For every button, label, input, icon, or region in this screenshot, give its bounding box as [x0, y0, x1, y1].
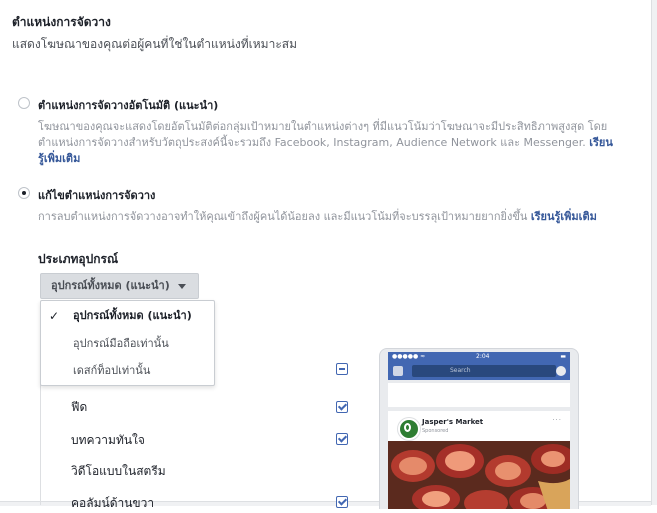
camera-icon	[393, 366, 403, 376]
auto-learn-more-link-part2[interactable]: รู้เพิ่มเติม	[38, 151, 638, 167]
device-type-dropdown[interactable]: อุปกรณ์ทั้งหมด (แนะนำ)	[40, 273, 199, 299]
edit-placements-label[interactable]: แก้ไขตำแหน่งการจัดวาง	[38, 186, 155, 204]
menu-item-label: อุปกรณ์ทั้งหมด (แนะนำ)	[73, 309, 192, 322]
facebook-navbar: Search	[388, 362, 570, 380]
more-options-icon: ···	[552, 416, 562, 424]
device-type-selected: อุปกรณ์ทั้งหมด (แนะนำ)	[51, 279, 170, 292]
status-time: 2:04	[476, 353, 490, 360]
menu-item-mobile-only[interactable]: อุปกรณ์มือถือเท่านั้น	[41, 331, 214, 357]
fig-tart-image	[388, 441, 570, 509]
placement-right-column-label: คอลัมน์ด้านขวา	[71, 496, 155, 510]
auto-placements-radio[interactable]	[18, 97, 30, 109]
auto-placements-description: โฆษณาของคุณจะแสดงโดยอัตโนมัติต่อกลุ่มเป้…	[38, 119, 638, 167]
ad-brand-name: Jasper's Market	[422, 418, 484, 426]
fig-tart-illustration	[388, 441, 570, 509]
placement-instream-video-label: วิดีโอแบบในสตรีม	[71, 464, 166, 478]
auto-placements-label[interactable]: ตำแหน่งการจัดวางอัตโนมัติ (แนะนำ)	[38, 96, 218, 114]
auto-learn-more-link-part1[interactable]: เรียน	[589, 136, 613, 149]
menu-item-desktop-only[interactable]: เดสก์ท็อปเท่านั้น	[41, 358, 214, 384]
placement-instant-articles-label: บทความทันใจ	[71, 433, 145, 447]
edit-placements-radio[interactable]	[18, 187, 30, 199]
menu-item-label: อุปกรณ์มือถือเท่านั้น	[73, 337, 169, 350]
placement-feeds-checkbox[interactable]	[336, 401, 348, 413]
signal-icon: ●●●●● ≈	[392, 353, 426, 360]
placement-right-column-checkbox[interactable]	[336, 496, 348, 508]
menu-item-label: เดสก์ท็อปเท่านั้น	[73, 364, 151, 377]
section-title: ตำแหน่งการจัดวาง	[12, 15, 111, 29]
page-right-edge	[651, 0, 657, 505]
placement-instant-articles-checkbox[interactable]	[336, 433, 348, 445]
checkmark-icon: ✓	[49, 309, 60, 323]
menu-item-all-devices[interactable]: ✓ อุปกรณ์ทั้งหมด (แนะนำ)	[41, 303, 214, 329]
device-type-label: ประเภทอุปกรณ์	[38, 252, 119, 266]
feed-card-placeholder	[388, 383, 570, 407]
jaspers-market-logo	[398, 418, 420, 440]
section-subtitle: แสดงโฆษณาของคุณต่อผู้คนที่ใช่ในตำแหน่งที…	[12, 37, 297, 51]
edit-placements-description: การลบตำแหน่งการจัดวางอาจทำให้คุณเข้าถึงผ…	[38, 209, 638, 225]
auto-desc-line-1: โฆษณาของคุณจะแสดงโดยอัตโนมัติต่อกลุ่มเป้…	[38, 120, 608, 133]
edit-learn-more-link[interactable]: เรียนรู้เพิ่มเติม	[531, 210, 597, 223]
auto-desc-line-2: ตำแหน่งการจัดวางสำหรับวัตถุประสงค์นี้จะร…	[38, 135, 638, 151]
placements-group-checkbox[interactable]	[336, 363, 348, 375]
sponsored-label: Sponsored	[422, 428, 449, 434]
auto-desc-line-2-text: ตำแหน่งการจัดวางสำหรับวัตถุประสงค์นี้จะร…	[38, 136, 586, 149]
placement-feeds-label: ฟีด	[71, 400, 88, 414]
messenger-icon	[556, 366, 566, 376]
device-type-menu: ✓ อุปกรณ์ทั้งหมด (แนะนำ) อุปกรณ์มือถือเท…	[40, 300, 215, 386]
phone-status-bar: ●●●●● ≈ 2:04 ▬	[388, 352, 570, 362]
caret-down-icon	[178, 284, 186, 289]
edit-desc-text: การลบตำแหน่งการจัดวางอาจทำให้คุณเข้าถึงผ…	[38, 210, 528, 223]
ad-preview-phone: ●●●●● ≈ 2:04 ▬ Search Jasper's Market Sp…	[379, 348, 579, 509]
sponsored-ad-card: Jasper's Market Sponsored ···	[388, 411, 570, 509]
facebook-search-bar: Search	[412, 365, 556, 377]
battery-icon: ▬	[560, 353, 566, 360]
search-placeholder: Search	[450, 367, 471, 374]
